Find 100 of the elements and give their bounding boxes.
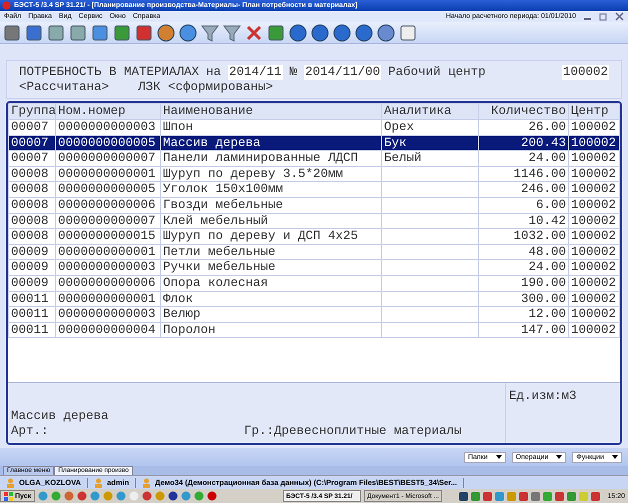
table-cell: 100002	[571, 167, 616, 181]
table-cell: 00011	[11, 292, 49, 306]
user-icon	[94, 478, 103, 488]
caret-icon	[496, 455, 502, 459]
item-name: Массив дерева	[11, 409, 110, 424]
quick-launch-icon[interactable]	[142, 491, 152, 501]
table-row[interactable]: 00008 0000000000006 Гвозди мебельные 6.00 100002	[8, 197, 620, 214]
table-cell: 147.00	[520, 323, 566, 337]
table-cell: Шуруп по дереву 3.5*20мм	[163, 167, 344, 181]
group-label: Гр.:Древесноплитные материалы	[244, 424, 462, 439]
table-row[interactable]: 00007 0000000000005 Массив дерева Бук 200.43 100002	[8, 135, 620, 151]
table-cell: 00008	[11, 182, 49, 196]
table-row[interactable]: 00008 0000000000005 Уголок 150х100мм 246.00 100002	[8, 182, 620, 198]
document-title: ПОТРЕБНОСТЬ В МАТЕРИАЛАХ	[19, 65, 200, 80]
table-cell: Шпон	[163, 120, 194, 134]
status-text: <Рассчитана>	[19, 80, 110, 95]
caret-icon	[556, 455, 562, 459]
table-cell: Белый	[384, 152, 422, 166]
number-label: №	[290, 65, 298, 80]
work-center-label: Рабочий центр	[388, 65, 486, 80]
table-cell: 24.00	[528, 152, 566, 166]
table-cell: 6.00	[536, 198, 566, 212]
table-cell: 12.00	[528, 308, 566, 322]
table-cell: 00007	[11, 152, 49, 166]
table-cell: 100002	[571, 182, 616, 196]
table-cell: 300.00	[520, 292, 566, 306]
table-row[interactable]: 00007 0000000000003 Шпон Орех 26.00 100002	[8, 120, 620, 136]
quick-launch-icon[interactable]	[77, 491, 88, 501]
article-label: Арт.:	[11, 424, 50, 439]
work-center-field[interactable]: 100002	[562, 65, 609, 80]
windows-logo-icon	[4, 492, 13, 500]
column-header[interactable]: Группа	[8, 104, 56, 120]
table-cell: Уголок 150х100мм	[163, 182, 284, 196]
table-cell: 00008	[11, 230, 49, 244]
table-cell: 1146.00	[513, 167, 566, 181]
table-cell: 10.42	[528, 214, 566, 228]
unit-label: Ед.изм:м3	[509, 389, 577, 403]
table-cell: 00007	[11, 136, 49, 150]
table-cell: 26.00	[528, 120, 566, 134]
period-field[interactable]: 2014/11	[228, 65, 283, 80]
table-cell: 200.43	[520, 136, 566, 150]
table-cell: 0000000000007	[58, 152, 156, 166]
column-header[interactable]: Аналитика	[382, 104, 478, 120]
table-row[interactable]: 00008 0000000000001 Шуруп по дереву 3.5*20мм 1146.00 100002	[8, 166, 620, 182]
column-header[interactable]: Наименование	[160, 104, 382, 120]
table-cell: 00009	[11, 245, 49, 259]
table-cell: 100002	[571, 152, 616, 166]
table-cell: 100002	[571, 120, 616, 134]
table-cell: 1032.00	[513, 230, 566, 244]
table-cell: 0000000000006	[58, 198, 156, 212]
table-cell: 48.00	[528, 245, 566, 259]
table-cell: 0000000000006	[58, 276, 156, 290]
quick-launch-icon[interactable]	[207, 491, 218, 501]
table-row[interactable]: 00009 0000000000006 Опора колесная 190.00 100002	[8, 275, 620, 292]
table-cell: Ручки мебельные	[163, 260, 276, 274]
column-header[interactable]: Центр	[568, 104, 620, 120]
close-icon[interactable]	[615, 12, 624, 21]
table-cell: 0000000000005	[58, 136, 156, 150]
restore-icon[interactable]	[599, 12, 608, 21]
table-cell: Гвозди мебельные	[163, 198, 284, 212]
table-cell: 0000000000001	[58, 292, 156, 306]
table-cell: 100002	[571, 260, 616, 274]
lzk-status-text: ЛЗК <сформированы>	[138, 80, 274, 95]
column-header[interactable]: Ном.номер	[56, 104, 160, 120]
table-row[interactable]: 00007 0000000000007 Панели ламинированные ЛДСП Белый 24.00 100002	[8, 150, 620, 166]
table-cell: Массив дерева	[163, 136, 261, 150]
app-icon	[2, 1, 11, 10]
table-cell: 100002	[571, 198, 616, 212]
table-cell: Орех	[384, 120, 414, 134]
table-row[interactable]: 00011 0000000000003 Велюр 12.00 100002	[8, 306, 620, 322]
table-cell: 100002	[571, 292, 616, 306]
table-cell: Шуруп по дереву и ДСП 4х25	[163, 230, 358, 244]
quick-launch-icon[interactable]	[168, 491, 178, 501]
table-row[interactable]: 00009 0000000000003 Ручки мебельные 24.00 100002	[8, 260, 620, 276]
table-cell: Велюр	[163, 308, 201, 322]
table-cell: 0000000000003	[58, 260, 156, 274]
table-cell: 00011	[11, 323, 49, 337]
table-cell: 100002	[571, 323, 616, 337]
table-cell: 0000000000007	[58, 214, 156, 228]
column-header[interactable]: Количество	[478, 104, 568, 120]
table-cell: 0000000000003	[58, 308, 156, 322]
table-cell: 00008	[11, 198, 49, 212]
table-cell: 00009	[11, 276, 49, 290]
table-row[interactable]: 00011 0000000000004 Поролон 147.00 100002	[8, 322, 620, 338]
table-row[interactable]: 00008 0000000000007 Клей мебельный 10.42 100002	[8, 213, 620, 229]
table-cell: 24.00	[528, 260, 566, 274]
table-cell: 100002	[571, 230, 616, 244]
table-cell: Клей мебельный	[163, 214, 268, 228]
table-cell: Опора колесная	[163, 276, 268, 290]
table-row[interactable]: 00008 0000000000015 Шуруп по дереву и ДСП 4х25 1032.00 100002	[8, 228, 620, 244]
table-cell: 0000000000003	[58, 120, 156, 134]
table-cell: Поролон	[163, 323, 216, 337]
table-row[interactable]: 00009 0000000000001 Петли мебельные 48.00 100002	[8, 244, 620, 260]
table-cell: 0000000000001	[58, 245, 156, 259]
table-cell: 0000000000004	[58, 323, 156, 337]
number-field[interactable]: 2014/11/00	[304, 65, 382, 80]
table-row[interactable]: 00011 0000000000001 Флок 300.00 100002	[8, 291, 620, 307]
on-label: на	[206, 65, 222, 80]
table-cell: Флок	[163, 292, 194, 306]
table-cell: 100002	[571, 308, 616, 322]
